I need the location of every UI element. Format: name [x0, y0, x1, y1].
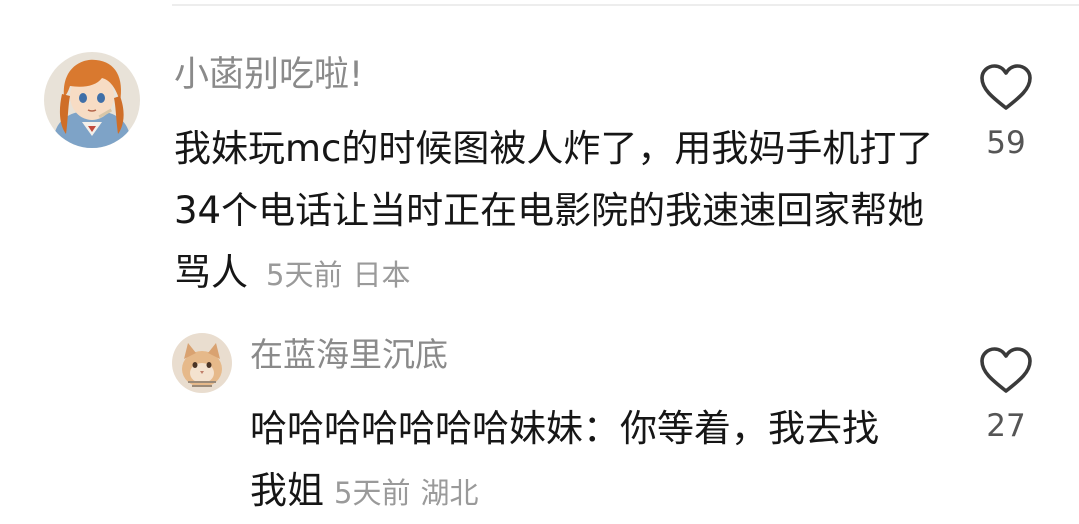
comment-like[interactable]: 59 [966, 62, 1046, 159]
top-divider [172, 4, 1079, 6]
like-count: 59 [986, 125, 1026, 161]
comment-location: 日本 [352, 258, 411, 292]
comment-time: 5天前 [266, 258, 343, 292]
reply-like[interactable]: 27 [966, 345, 1046, 442]
reply-text: 哈哈哈哈哈哈哈妹妹：你等着，我去找我姐 5天前 湖北 [250, 398, 910, 524]
heart-icon[interactable] [978, 345, 1034, 395]
like-count: 27 [986, 408, 1026, 444]
reply-location: 湖北 [420, 476, 479, 510]
comment-text: 我妹玩mc的时候图被人炸了，用我妈手机打了34个电话让当时正在电影院的我速速回家… [174, 118, 934, 306]
anime-girl-avatar-icon [44, 52, 140, 148]
comment-username[interactable]: 小菡别吃啦! [174, 58, 363, 93]
reply-username[interactable]: 在蓝海里沉底 [250, 338, 448, 371]
heart-icon[interactable] [978, 62, 1034, 112]
avatar[interactable] [44, 52, 140, 148]
reply-time: 5天前 [334, 476, 411, 510]
reply-avatar[interactable] [172, 333, 232, 393]
cat-avatar-icon [172, 333, 232, 393]
